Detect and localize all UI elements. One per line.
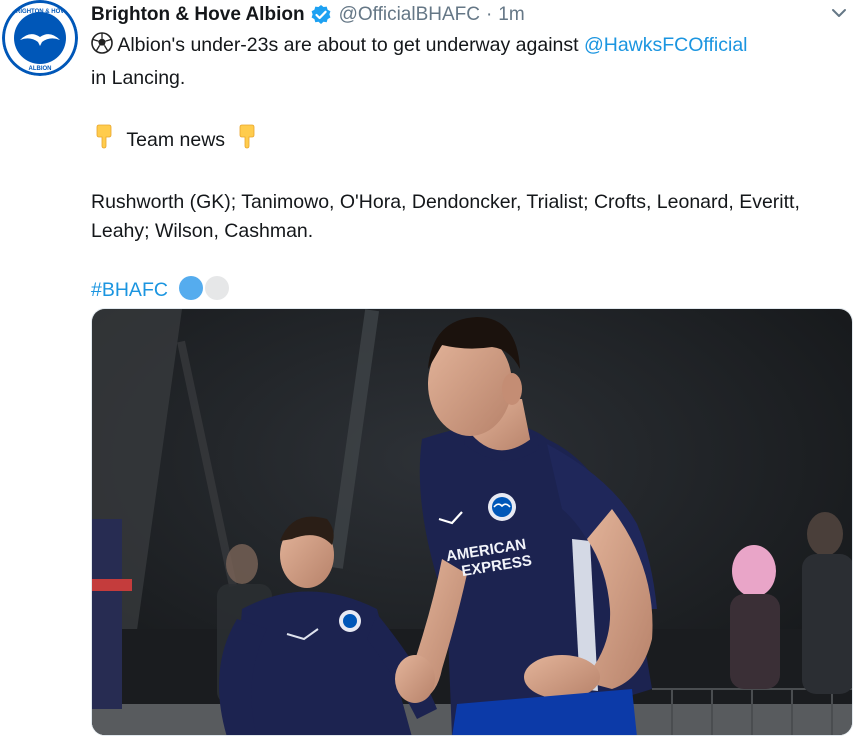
pointing-down-emoji: [93, 123, 115, 159]
crest-text-bottom: ALBION: [29, 66, 52, 72]
tweet-line1: Albion's under-23s are about to get unde…: [113, 34, 584, 56]
separator-dot: ·: [485, 4, 493, 25]
chevron-down-icon[interactable]: [831, 6, 847, 18]
mention-link[interactable]: @HawksFCOfficial: [584, 34, 748, 56]
tweet-photo[interactable]: AMERICAN EXPRESS: [91, 308, 853, 736]
tweet-text: Albion's under-23s are about to get unde…: [91, 31, 851, 306]
author-handle[interactable]: @OfficialBHAFC: [339, 4, 480, 26]
timestamp[interactable]: 1m: [498, 4, 524, 26]
crest-text-top: BRIGHTON & HOVE: [12, 9, 69, 15]
blue-circle-emoji: [179, 276, 204, 300]
team-news-label: Team news: [126, 128, 226, 151]
match-photo-illustration: AMERICAN EXPRESS: [92, 309, 852, 735]
lineup-text: Rushworth (GK); Tanimowo, O'Hora, Dendon…: [91, 190, 800, 243]
club-crest-logo: BRIGHTON & HOVE ALBION: [2, 0, 78, 76]
verified-badge-icon: [310, 4, 332, 26]
tweet-line2: in Lancing.: [91, 66, 186, 89]
hashtag-link[interactable]: #BHAFC: [91, 279, 168, 301]
avatar[interactable]: BRIGHTON & HOVE ALBION: [2, 0, 78, 76]
soccer-ball-emoji: [91, 32, 113, 64]
author-name[interactable]: Brighton & Hove Albion: [91, 4, 305, 26]
pointing-down-emoji: [236, 123, 258, 159]
white-circle-emoji: [205, 276, 230, 300]
tweet-header: Brighton & Hove Albion @OfficialBHAFC · …: [91, 2, 525, 28]
